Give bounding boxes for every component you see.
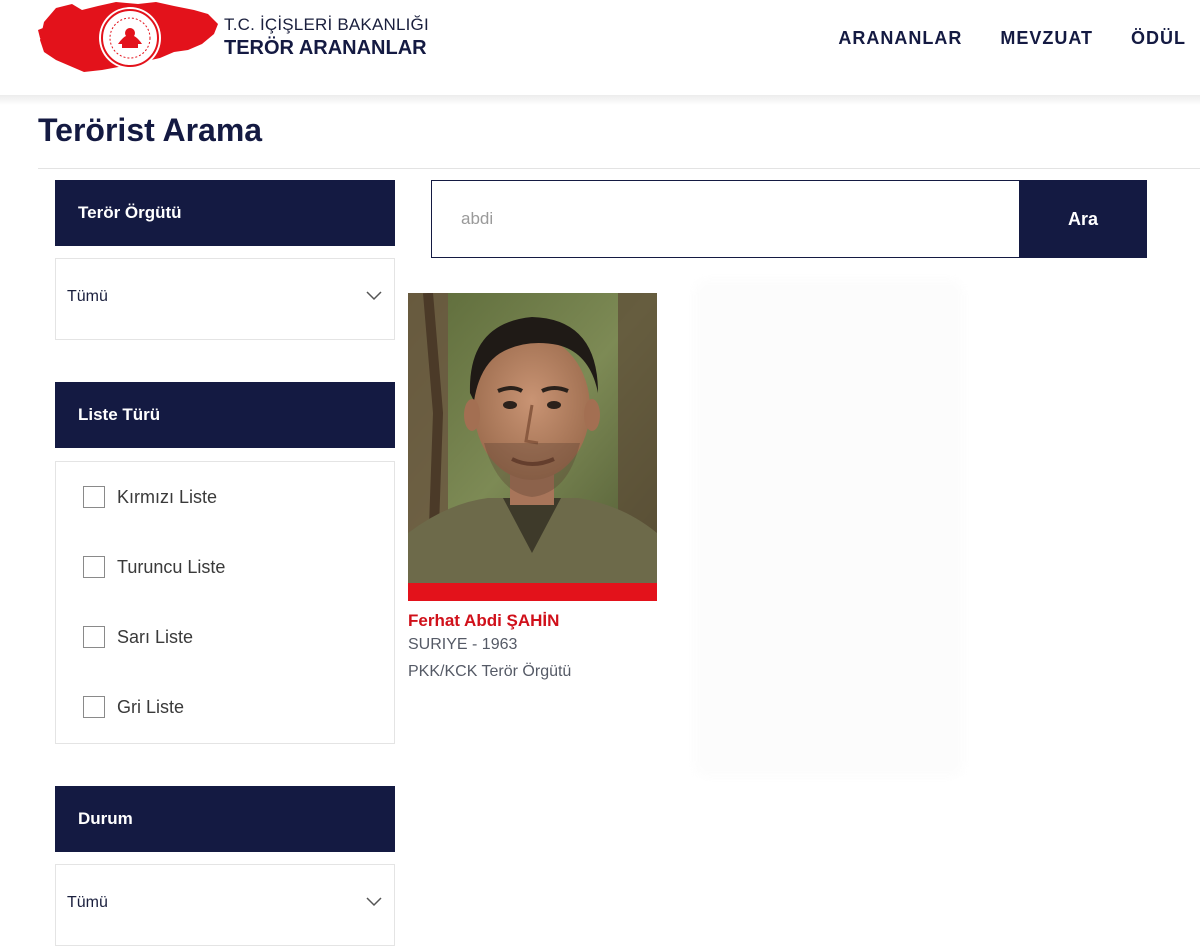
checkbox-label[interactable]: Turuncu Liste [117, 557, 225, 578]
nav-link-arananlar[interactable]: ARANANLAR [838, 28, 962, 49]
chevron-down-icon [366, 897, 382, 907]
title-divider [38, 168, 1200, 169]
main-nav: ARANANLAR MEVZUAT ÖDÜL [838, 28, 1186, 49]
nav-link-odul[interactable]: ÖDÜL [1131, 28, 1186, 49]
status-select-value: Tümü [67, 894, 108, 911]
checkbox-turuncu-liste[interactable] [83, 556, 105, 578]
search-button[interactable]: Ara [1019, 180, 1147, 258]
site-header: T.C. İÇİŞLERİ BAKANLIĞI TERÖR ARANANLAR … [0, 0, 1200, 95]
chevron-down-icon [366, 291, 382, 301]
person-name[interactable]: Ferhat Abdi ŞAHİN [408, 611, 559, 631]
checkbox-sari-liste[interactable] [83, 626, 105, 648]
list-option-sari[interactable]: Sarı Liste [83, 624, 193, 650]
filter-heading-organization: Terör Örgütü [55, 180, 395, 246]
organization-select[interactable]: Tümü [55, 258, 395, 340]
filter-heading-status: Durum [55, 786, 395, 852]
site-branding: T.C. İÇİŞLERİ BAKANLIĞI TERÖR ARANANLAR [224, 14, 429, 60]
person-organization: PKK/KCK Terör Örgütü [408, 663, 572, 680]
list-option-gri[interactable]: Gri Liste [83, 694, 184, 720]
site-title[interactable]: TERÖR ARANANLAR [224, 36, 429, 60]
page-title: Terörist Arama [38, 112, 263, 148]
person-origin: SURIYE - 1963 [408, 636, 518, 653]
turkey-map-seal-logo[interactable] [38, 0, 220, 80]
person-photo[interactable] [408, 293, 657, 583]
checkbox-label[interactable]: Kırmızı Liste [117, 487, 217, 508]
checkbox-gri-liste[interactable] [83, 696, 105, 718]
filter-heading-list-type: Liste Türü [55, 382, 395, 448]
list-type-options: Kırmızı Liste Turuncu Liste Sarı Liste G… [55, 461, 395, 744]
list-color-bar [408, 583, 657, 601]
list-option-turuncu[interactable]: Turuncu Liste [83, 554, 225, 580]
checkbox-label[interactable]: Sarı Liste [117, 627, 193, 648]
nav-link-mevzuat[interactable]: MEVZUAT [1000, 28, 1093, 49]
logo-icon [38, 2, 218, 72]
checkbox-label[interactable]: Gri Liste [117, 697, 184, 718]
list-option-kirmizi[interactable]: Kırmızı Liste [83, 484, 217, 510]
blurred-placeholder [693, 278, 965, 778]
status-select[interactable]: Tümü [55, 864, 395, 946]
checkbox-kirmizi-liste[interactable] [83, 486, 105, 508]
header-divider [0, 95, 1200, 105]
organization-select-value: Tümü [67, 288, 108, 305]
ministry-name: T.C. İÇİŞLERİ BAKANLIĞI [224, 15, 429, 34]
search-input[interactable] [431, 180, 1020, 258]
person-photo-image [408, 293, 657, 583]
